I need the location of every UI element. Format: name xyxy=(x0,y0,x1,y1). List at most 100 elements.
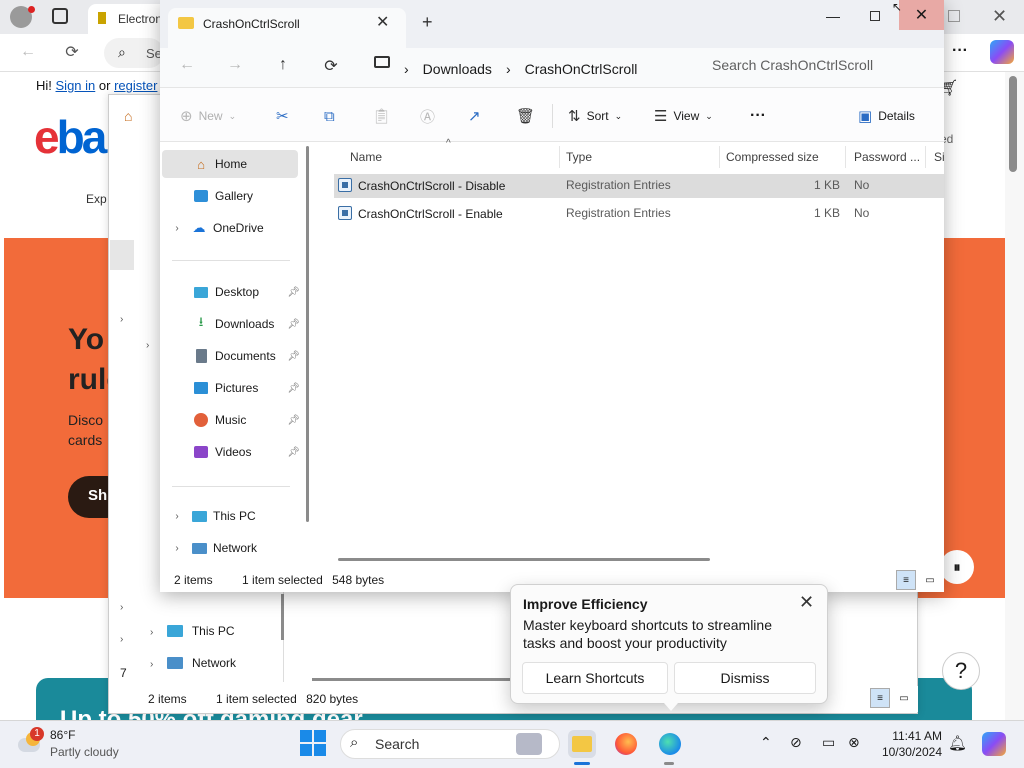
column-header-type[interactable]: Type xyxy=(558,146,720,168)
file-explorer-taskbar-icon[interactable] xyxy=(568,730,596,758)
pin-icon[interactable]: 📌︎ xyxy=(287,319,300,330)
window-close-icon[interactable]: ✕ xyxy=(899,0,944,30)
delete-button[interactable]: 🗑︎ xyxy=(516,104,535,128)
nav-item-this-pc[interactable]: › This PC xyxy=(160,502,300,530)
network-tray-icon[interactable]: ⊘ xyxy=(790,734,802,751)
cut-button[interactable]: ✂ xyxy=(276,104,289,128)
minimize-icon[interactable]: — xyxy=(818,2,848,30)
ebay-logo[interactable]: eba xyxy=(34,110,107,164)
breadcrumb-downloads[interactable]: Downloads xyxy=(423,61,492,77)
browser-maximize-icon[interactable] xyxy=(948,10,960,22)
sign-in-link[interactable]: Sign in xyxy=(56,78,96,93)
more-options-button[interactable]: ··· xyxy=(750,104,766,128)
dismiss-button[interactable]: Dismiss xyxy=(674,662,816,694)
table-row[interactable]: CrashOnCtrlScroll - Enable Registration … xyxy=(334,202,944,226)
nav-item-downloads[interactable]: ⭳ Downloads 📌︎ xyxy=(160,310,300,338)
view-label: View xyxy=(673,109,700,123)
explorer2-hscrollbar[interactable] xyxy=(312,678,512,681)
explore-link[interactable]: Exp xyxy=(86,192,107,206)
firefox-icon[interactable] xyxy=(612,730,640,758)
tiles-view-icon[interactable]: ▭ xyxy=(920,570,940,590)
browser-scrollbar-thumb[interactable] xyxy=(1009,76,1017,172)
new-button[interactable]: ⊕ New ⌄ xyxy=(180,104,236,128)
explorer2-chevron[interactable]: › xyxy=(146,340,149,351)
nav-item-onedrive[interactable]: › ☁ OneDrive xyxy=(160,214,300,242)
volume-muted-icon[interactable]: ⊗ xyxy=(848,734,860,751)
sort-button[interactable]: ⇅ Sort ⌄ xyxy=(568,104,622,128)
horizontal-scrollbar[interactable] xyxy=(338,558,710,561)
learn-shortcuts-button[interactable]: Learn Shortcuts xyxy=(522,662,668,694)
copilot-icon[interactable] xyxy=(990,40,1014,64)
file-type: Registration Entries xyxy=(566,206,671,220)
clock-time[interactable]: 11:41 AM xyxy=(872,729,942,743)
up-arrow-icon[interactable]: ↑ xyxy=(268,56,298,74)
explorer2-details-view-icon[interactable]: ≡ xyxy=(870,688,890,708)
breadcrumb-current[interactable]: CrashOnCtrlScroll xyxy=(525,61,638,77)
view-button[interactable]: ☰ View ⌄ xyxy=(654,104,713,128)
register-link[interactable]: register xyxy=(114,78,157,93)
pin-icon[interactable]: 📌︎ xyxy=(287,447,300,458)
explorer2-this-pc[interactable]: › This PC xyxy=(150,624,235,638)
pc-monitor-icon[interactable] xyxy=(374,56,390,68)
pin-icon[interactable]: 📌︎ xyxy=(287,383,300,394)
column-header-name[interactable]: Name xyxy=(342,146,560,168)
back-icon[interactable]: ← xyxy=(14,38,42,66)
copy-button[interactable]: ⧉ xyxy=(324,104,335,128)
toast-close-icon[interactable]: ✕ xyxy=(799,592,814,613)
browser-close-icon[interactable]: ✕ xyxy=(992,6,1007,27)
rename-button[interactable]: Ⓐ xyxy=(420,104,435,128)
notification-bell-icon[interactable]: 🔔︎ xyxy=(948,734,967,752)
browser-menu-icon[interactable]: ··· xyxy=(952,42,968,60)
search-highlight-icon[interactable] xyxy=(516,733,542,755)
documents-icon xyxy=(192,348,210,364)
chevron-right-icon[interactable]: › xyxy=(170,223,184,234)
explorer2-nav-scrollbar[interactable] xyxy=(281,594,284,640)
refresh-icon[interactable]: ⟳ xyxy=(58,38,86,66)
explorer-search-input[interactable]: Search CrashOnCtrlScroll xyxy=(700,54,944,82)
clock-date[interactable]: 10/30/2024 xyxy=(860,745,942,759)
tab-actions-icon[interactable] xyxy=(52,8,68,24)
nav-item-network[interactable]: › Network xyxy=(160,534,300,562)
weather-temp[interactable]: 86°F xyxy=(50,728,75,742)
pause-button[interactable]: ⏸ xyxy=(940,550,974,584)
column-header-size[interactable]: Si xyxy=(926,146,944,168)
nav-item-home[interactable]: ⌂ Home xyxy=(162,150,298,178)
nav-item-gallery[interactable]: Gallery xyxy=(160,182,300,210)
chevron-up-icon[interactable]: ⌃ xyxy=(760,734,772,751)
explorer2-chevron[interactable]: › xyxy=(120,634,123,645)
details-pane-button[interactable]: ▣ Details xyxy=(858,104,915,128)
column-header-compressed-size[interactable]: Compressed size xyxy=(718,146,846,168)
help-button[interactable]: ? xyxy=(942,652,980,690)
share-button[interactable]: ↗ xyxy=(468,104,481,128)
table-row[interactable]: CrashOnCtrlScroll - Disable Registration… xyxy=(334,174,944,198)
nav-item-documents[interactable]: Documents 📌︎ xyxy=(160,342,300,370)
paste-button[interactable]: 📋︎ xyxy=(372,104,391,128)
nav-item-videos[interactable]: Videos 📌︎ xyxy=(160,438,300,466)
forward-arrow-icon[interactable]: → xyxy=(220,56,250,74)
explorer2-chevron[interactable]: › xyxy=(120,314,123,325)
nav-item-desktop[interactable]: Desktop 📌︎ xyxy=(160,278,300,306)
maximize-icon[interactable] xyxy=(860,2,890,30)
explorer2-tiles-view-icon[interactable]: ▭ xyxy=(894,688,914,708)
tab-close-icon[interactable]: ✕ xyxy=(376,12,389,32)
chevron-right-icon[interactable]: › xyxy=(170,511,184,522)
pin-icon[interactable]: 📌︎ xyxy=(287,351,300,362)
nav-item-pictures[interactable]: Pictures 📌︎ xyxy=(160,374,300,402)
details-view-icon[interactable]: ≡ xyxy=(896,570,916,590)
nav-item-music[interactable]: Music 📌︎ xyxy=(160,406,300,434)
edge-icon[interactable] xyxy=(656,730,684,758)
column-header-password[interactable]: Password ... xyxy=(846,146,926,168)
new-tab-icon[interactable]: + xyxy=(422,12,433,33)
pin-icon[interactable]: 📌︎ xyxy=(287,287,300,298)
copilot-taskbar-icon[interactable] xyxy=(982,732,1006,756)
explorer2-chevron[interactable]: › xyxy=(120,602,123,613)
display-tray-icon[interactable]: ▭ xyxy=(822,734,835,751)
weather-description[interactable]: Partly cloudy xyxy=(50,745,119,759)
refresh-icon[interactable]: ⟳ xyxy=(316,56,346,76)
chevron-right-icon[interactable]: › xyxy=(170,543,184,554)
start-button-icon[interactable] xyxy=(300,730,326,756)
nav-scrollbar[interactable] xyxy=(306,146,309,522)
back-arrow-icon[interactable]: ← xyxy=(172,56,202,74)
pin-icon[interactable]: 📌︎ xyxy=(287,415,300,426)
explorer2-network[interactable]: › Network xyxy=(150,656,236,670)
